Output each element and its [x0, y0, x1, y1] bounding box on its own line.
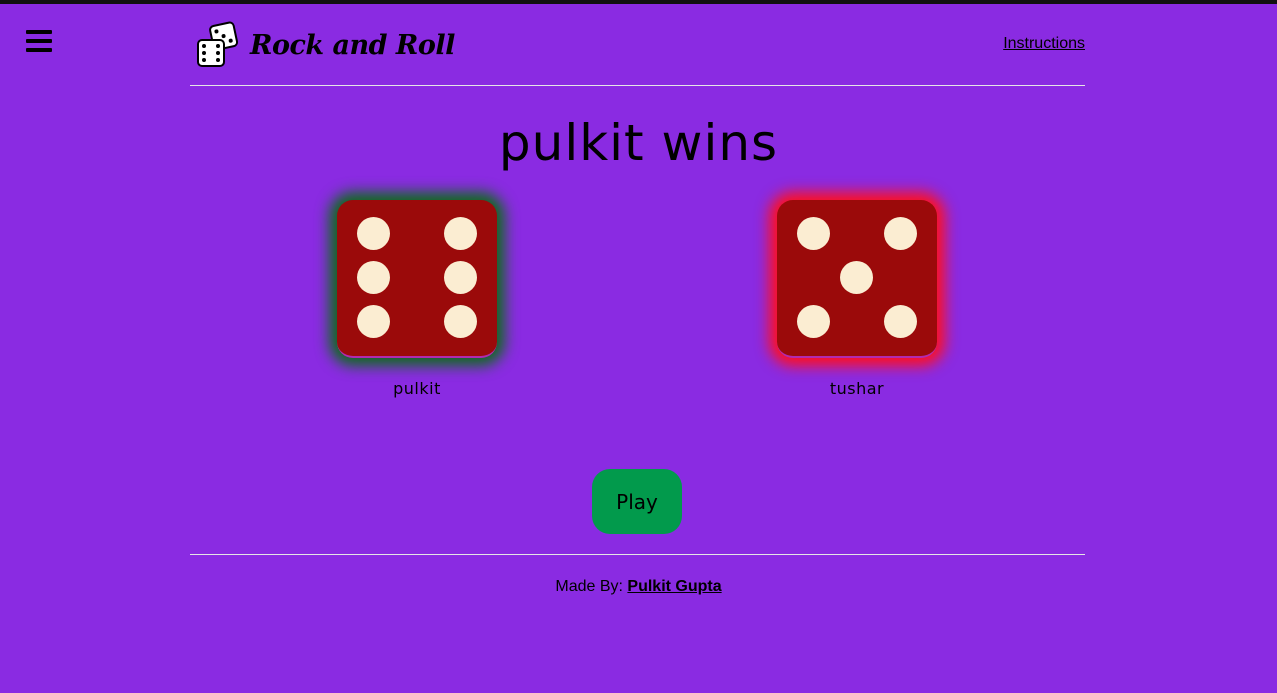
- instructions-link[interactable]: Instructions: [1003, 35, 1085, 53]
- result-title: pulkit wins: [498, 114, 779, 172]
- die-pip: [357, 217, 390, 250]
- top-strip: [0, 0, 1277, 4]
- die-pip: [444, 217, 477, 250]
- logo[interactable]: Rock and Roll: [194, 20, 455, 70]
- dice-icon: [197, 21, 239, 67]
- brand-title: Rock and Roll: [250, 29, 455, 61]
- player2-die: [777, 200, 937, 358]
- die-pip: [444, 305, 477, 338]
- die-pip: [357, 305, 390, 338]
- die-pip: [884, 305, 917, 338]
- die-pip: [884, 217, 917, 250]
- player1-die: [337, 200, 497, 358]
- play-button[interactable]: Play: [592, 469, 682, 534]
- author-link[interactable]: Pulkit Gupta: [627, 578, 721, 595]
- die-pip: [444, 261, 477, 294]
- hamburger-menu-icon[interactable]: [26, 30, 52, 56]
- footer-divider: [190, 554, 1085, 555]
- die-pip: [840, 261, 873, 294]
- die-pip: [357, 261, 390, 294]
- made-by-label: Made By:: [555, 578, 623, 595]
- player2-name: tushar: [829, 379, 885, 398]
- footer: Made By: Pulkit Gupta: [0, 578, 1277, 596]
- header-divider: [190, 85, 1085, 86]
- die-pip: [797, 305, 830, 338]
- die-pip: [797, 217, 830, 250]
- player1-name: pulkit: [393, 379, 441, 398]
- header: Rock and Roll Instructions: [190, 14, 1085, 76]
